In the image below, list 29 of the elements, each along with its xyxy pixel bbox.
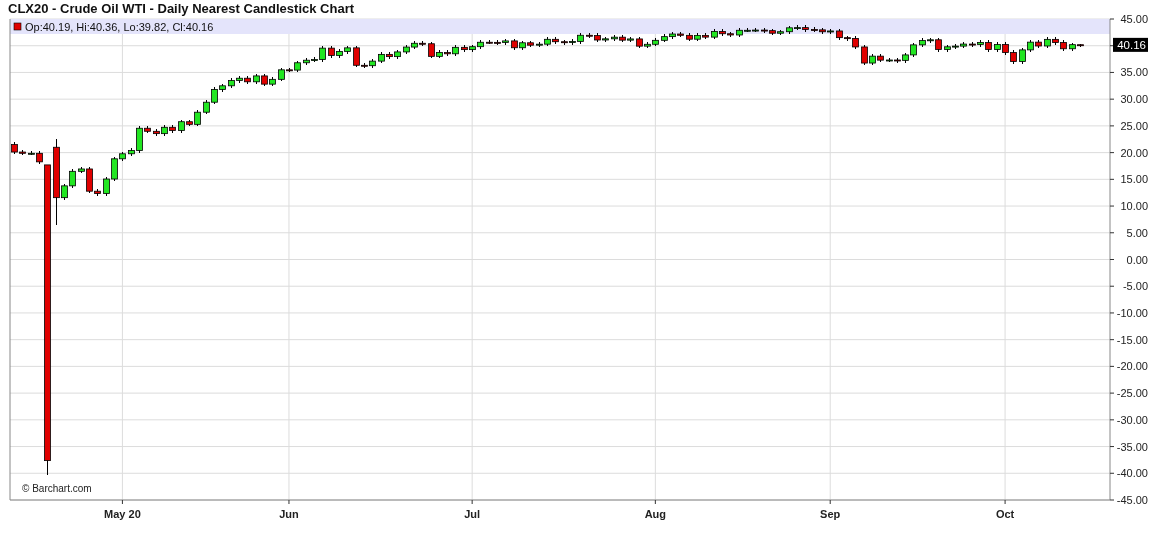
ohlc-legend: Op:40.19, Hi:40.36, Lo:39.82, Cl:40.16 [25, 20, 214, 33]
axis-label: 30.00 [1120, 93, 1148, 106]
axis-label: -45.00 [1116, 494, 1148, 506]
axis-label: -30.00 [1116, 413, 1148, 426]
price-label: 40.16 [1113, 37, 1148, 52]
axis-label: -15.00 [1116, 333, 1148, 346]
axis-label: -20.00 [1116, 360, 1148, 373]
axis-label: 35.00 [1120, 66, 1148, 79]
axis-label: Oct [995, 508, 1015, 520]
axis-label: Jul [464, 508, 481, 520]
copyright-text: © Barchart.com [22, 483, 92, 494]
axis-label: -5.00 [1122, 280, 1148, 293]
axis-label: -25.00 [1116, 387, 1148, 400]
axis-label: 20.00 [1120, 146, 1148, 159]
axis-label: -10.00 [1116, 306, 1148, 319]
axis-label: 0.00 [1126, 253, 1148, 266]
legend-swatch [13, 22, 22, 31]
axis-label: Sep [820, 508, 841, 520]
axis-label: -35.00 [1116, 440, 1148, 453]
axis-label: 45.00 [1120, 13, 1148, 25]
chart-title: CLX20 - Crude Oil WTI - Daily Nearest Candlestick Chart [7, 0, 355, 18]
axis-label: 15.00 [1120, 173, 1148, 186]
axis-label: 25.00 [1120, 119, 1148, 132]
axis-label: 5.00 [1126, 226, 1148, 239]
axis-label: -40.00 [1116, 467, 1148, 480]
axis-label: Jun [279, 508, 299, 520]
axis-label: May 20 [104, 508, 141, 520]
axis-label: Aug [644, 508, 667, 520]
axis-label: 10.00 [1120, 200, 1148, 213]
